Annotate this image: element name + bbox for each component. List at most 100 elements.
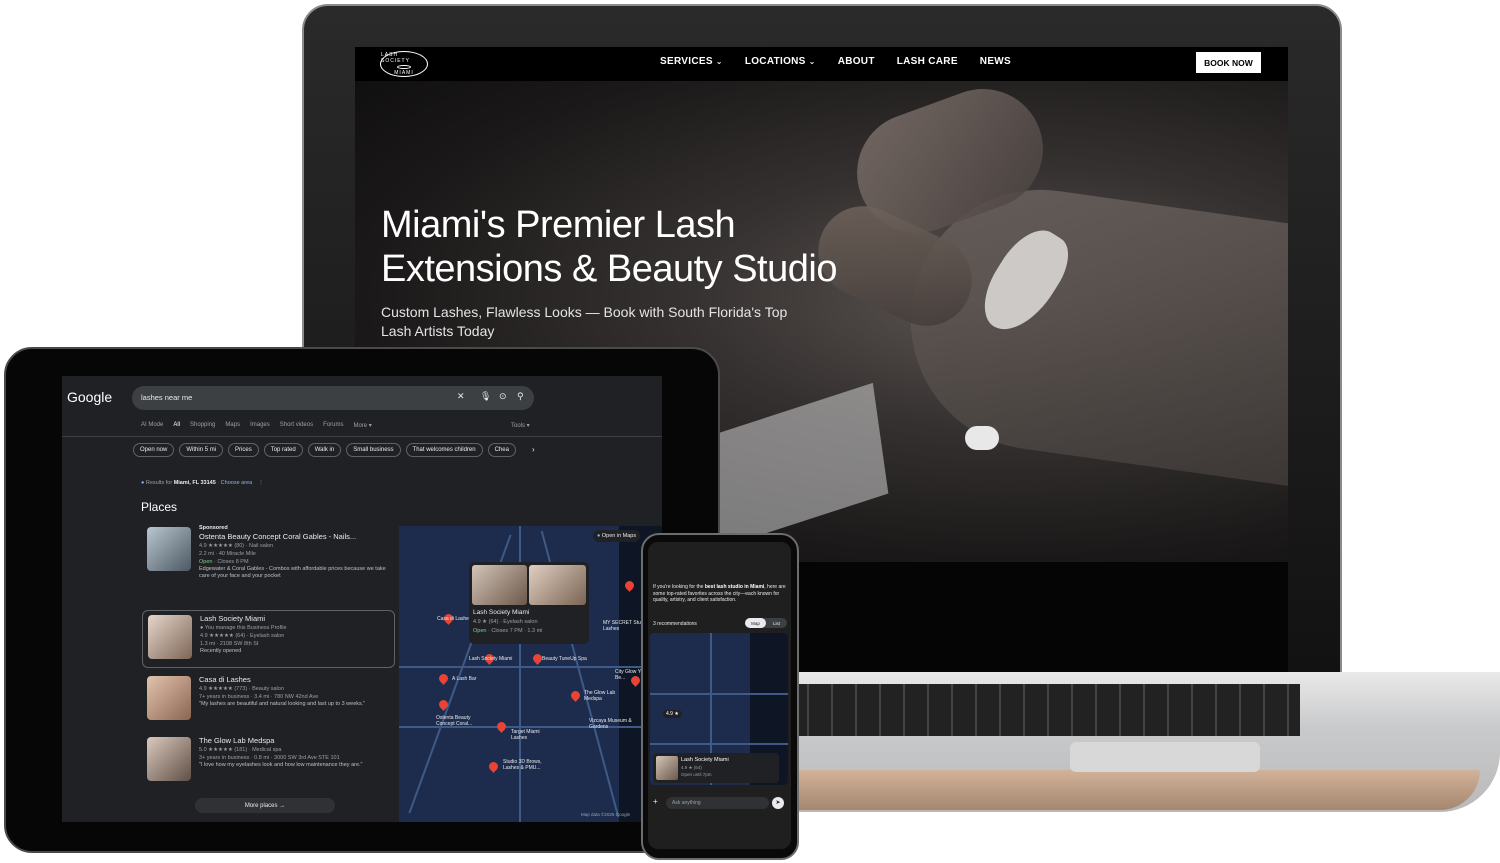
chip-welcomes-children[interactable]: That welcomes children xyxy=(405,443,483,457)
place-photo xyxy=(472,565,527,605)
map-pin[interactable] xyxy=(437,672,450,685)
map-label: Beauty TuneUp Spa xyxy=(542,656,587,662)
chip-prices[interactable]: Prices xyxy=(228,443,259,457)
place-thumbnail xyxy=(147,737,191,781)
book-now-button[interactable]: BOOK NOW xyxy=(1196,52,1261,73)
map-place-card[interactable]: Lash Society Miami 4.9 ★ (64) · Eyelash … xyxy=(469,562,589,644)
chip-within-5-mi[interactable]: Within 5 mi xyxy=(179,443,224,457)
map-rating-pin[interactable]: 4.9 ★ xyxy=(663,710,682,718)
place-result[interactable]: Lash Society Miami ● You manage this Bus… xyxy=(142,610,395,668)
tab-all[interactable]: All xyxy=(173,422,180,429)
clear-icon[interactable]: ✕ xyxy=(457,391,465,402)
choose-area-link[interactable]: Choose area xyxy=(221,480,253,486)
map-label: Vizcaya Museum & Gardens xyxy=(589,718,632,730)
place-result[interactable]: Casa di Lashes 4.9 ★★★★★ (773) · Beauty … xyxy=(142,672,395,728)
chip-walk-in[interactable]: Walk in xyxy=(307,443,342,457)
place-result[interactable]: The Glow Lab Medspa 5.0 ★★★★★ (181) · Me… xyxy=(142,733,395,789)
phone-card-name: Lash Society Miami xyxy=(681,757,729,763)
results-map[interactable]: Casa di Lashes A Lash Bar Lash Society M… xyxy=(399,526,662,822)
map-road xyxy=(650,693,788,695)
chip-open-now[interactable]: Open now xyxy=(133,443,175,457)
place-name[interactable]: The Glow Lab Medspa xyxy=(199,735,395,746)
nav-item-lash-care[interactable]: LASH CARE xyxy=(897,56,958,67)
tab-short-videos[interactable]: Short videos xyxy=(280,422,313,429)
tab-maps[interactable]: Maps xyxy=(225,422,240,429)
place-photo xyxy=(529,565,586,605)
search-input[interactable]: lashes near me ✕ 🎙 ⊙ ⚲ xyxy=(132,386,534,410)
main-nav: SERVICES ⌄ LOCATIONS ⌄ ABOUT LASH CARE NEW… xyxy=(660,56,1011,67)
intro-prefix: If you're looking for the xyxy=(653,584,705,590)
map-road xyxy=(650,743,788,745)
google-logo[interactable]: Google xyxy=(67,389,112,405)
map-card-hours-text: · Closes 7 PM · 1.3 mi xyxy=(486,628,543,634)
eye-icon xyxy=(397,65,411,69)
results-location-value: Miami, FL 33145 xyxy=(173,480,216,486)
tab-more[interactable]: More ▾ xyxy=(353,422,371,429)
tab-images[interactable]: Images xyxy=(250,422,270,429)
location-pin-icon: ● xyxy=(597,533,601,539)
place-rating: 4.9 ★★★★★ (64) · Eyelash salon xyxy=(200,633,285,639)
nav-item-label: LOCATIONS xyxy=(744,56,806,67)
chip-small-business[interactable]: Small business xyxy=(346,443,401,457)
laptop-keyboard xyxy=(785,684,1300,736)
map-pin[interactable] xyxy=(495,720,508,733)
closing-time: · Closes 8 PM xyxy=(212,559,249,565)
place-body: Lash Society Miami ● You manage this Bus… xyxy=(200,613,396,655)
more-places-button[interactable]: More places → xyxy=(195,798,335,813)
map-credit: Map data ©2025 Google xyxy=(581,812,631,817)
tab-forums[interactable]: Forums xyxy=(323,422,343,429)
laptop-base-edge xyxy=(700,770,1480,810)
nav-item-services[interactable]: SERVICES ⌄ xyxy=(660,56,723,67)
lash-tray-image xyxy=(701,382,889,550)
place-address: 3+ years in business · 0.8 mi · 3000 SW … xyxy=(199,755,340,761)
filter-chips: Open now Within 5 mi Prices Top rated Wa… xyxy=(133,443,516,457)
search-icon[interactable]: ⚲ xyxy=(517,391,524,402)
place-name[interactable]: Lash Society Miami xyxy=(200,613,396,624)
place-review: Recently opened xyxy=(200,648,242,654)
place-body: The Glow Lab Medspa 5.0 ★★★★★ (181) · Me… xyxy=(199,735,395,769)
verified-icon: ● xyxy=(200,625,204,631)
tab-shopping[interactable]: Shopping xyxy=(190,422,215,429)
place-rating: 4.9 ★★★★★ (773) · Beauty salon xyxy=(199,686,284,692)
ask-input[interactable]: Ask anything xyxy=(666,797,769,809)
place-body: Sponsored Ostenta Beauty Concept Coral G… xyxy=(199,525,395,580)
place-hours: Open · Closes 8 PM xyxy=(199,558,395,566)
nav-item-news[interactable]: NEWS xyxy=(980,56,1011,67)
intro-bold: best lash studio in Miami xyxy=(704,584,765,590)
place-thumbnail xyxy=(147,527,191,571)
tools-button[interactable]: Tools ▾ xyxy=(511,422,530,429)
phone-place-card[interactable]: Lash Society Miami 4.9 ★ (64) Open until… xyxy=(653,753,779,783)
open-in-maps-button[interactable]: ● Open in Maps xyxy=(593,530,641,542)
mockup-stage: LASH SOCIETY MIAMI SERVICES ⌄ LOCATIONS ⌄ … xyxy=(0,0,1500,863)
map-pin[interactable] xyxy=(569,689,582,702)
chip-cheap[interactable]: Chea xyxy=(487,443,516,457)
profile-note: You manage this Business Profile xyxy=(204,625,287,631)
send-icon[interactable]: ➤ xyxy=(772,797,784,809)
microphone-icon[interactable]: 🎙 xyxy=(480,391,491,402)
chip-top-rated[interactable]: Top rated xyxy=(263,443,303,457)
toggle-map[interactable]: Map xyxy=(745,618,766,628)
place-review: Edgewater & Coral Gables - Combos with a… xyxy=(199,566,386,579)
site-logo[interactable]: LASH SOCIETY MIAMI xyxy=(380,51,428,77)
place-result[interactable]: Sponsored Ostenta Beauty Concept Coral G… xyxy=(142,523,395,579)
place-name[interactable]: Ostenta Beauty Concept Coral Gables - Na… xyxy=(199,531,395,542)
map-pin[interactable] xyxy=(487,760,500,773)
nav-item-locations[interactable]: LOCATIONS ⌄ xyxy=(745,56,816,67)
toggle-list[interactable]: List xyxy=(766,618,787,628)
phone-card-rating: 4.9 ★ (64) xyxy=(681,765,702,770)
chevron-right-icon[interactable]: › xyxy=(532,445,535,454)
logo-line-2: MIAMI xyxy=(394,70,414,76)
place-name[interactable]: Casa di Lashes xyxy=(199,674,395,685)
more-options-icon[interactable]: ⋮ xyxy=(254,480,264,486)
chevron-down-icon: ⌄ xyxy=(715,57,723,66)
nav-item-about[interactable]: ABOUT xyxy=(838,56,875,67)
search-query: lashes near me xyxy=(141,393,193,402)
add-icon[interactable]: + xyxy=(653,797,658,806)
open-status: Open xyxy=(473,628,487,634)
open-status: Open xyxy=(199,559,213,565)
map-label: A Lash Bar xyxy=(452,676,477,682)
divider xyxy=(62,436,662,437)
tab-ai-mode[interactable]: AI Mode xyxy=(141,422,163,429)
open-in-maps-label: Open in Maps xyxy=(601,533,637,539)
camera-icon[interactable]: ⊙ xyxy=(499,391,507,402)
